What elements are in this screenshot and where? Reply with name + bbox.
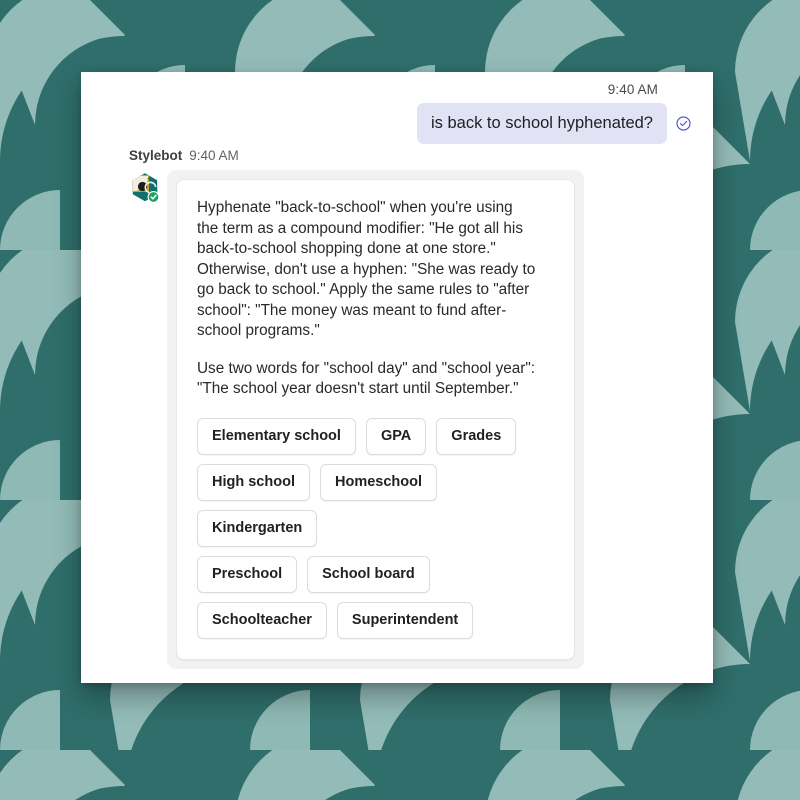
answer-paragraph-1: Hyphenate "back-to-school" when you're u… [197, 199, 536, 339]
answer-paragraph-2: Use two words for "school day" and "scho… [197, 359, 536, 398]
bot-message-block: Stylebot 9:40 AM Hyphenate "back-to-scho… [129, 148, 584, 669]
suggestion-chip[interactable]: Preschool [197, 555, 298, 593]
suggestion-chip[interactable]: Superintendent [336, 601, 474, 639]
suggestion-chip-row: Kindergarten [197, 509, 554, 547]
suggestion-chip[interactable]: Schoolteacher [197, 601, 327, 639]
bot-answer-panel: Hyphenate "back-to-school" when you're u… [167, 170, 584, 669]
stylebot-hexagon-avatar-icon [132, 173, 160, 203]
user-message-bubble[interactable]: is back to school hyphenated? [417, 103, 667, 144]
bot-message-timestamp: 9:40 AM [189, 148, 239, 163]
suggestion-chip-row: Preschool School board [197, 555, 554, 593]
bot-answer-card: Hyphenate "back-to-school" when you're u… [176, 179, 575, 660]
suggestion-chip[interactable]: Kindergarten [197, 509, 318, 547]
suggestion-chip[interactable]: High school [197, 463, 310, 501]
suggestion-chip-row: High school Homeschool [197, 463, 554, 501]
suggestion-chip[interactable]: Grades [436, 417, 517, 455]
suggestion-chip-group: Elementary school GPA Grades High school… [197, 417, 554, 639]
bot-sender-name: Stylebot [129, 148, 183, 163]
suggestion-chip-row: Elementary school GPA Grades [197, 417, 554, 455]
suggestion-chip[interactable]: Homeschool [319, 463, 437, 501]
suggestion-chip-row: Schoolteacher Superintendent [197, 601, 554, 639]
avatar [129, 172, 161, 204]
check-circle-icon [676, 116, 691, 131]
verified-check-badge-icon [147, 191, 160, 203]
suggestion-chip[interactable]: GPA [365, 417, 427, 455]
suggestion-chip[interactable]: School board [307, 555, 430, 593]
chat-window: 9:40 AM is back to school hyphenated? St… [81, 72, 713, 683]
user-message-line: is back to school hyphenated? [417, 103, 692, 144]
suggestion-chip[interactable]: Elementary school [197, 417, 356, 455]
bot-message-header: Stylebot 9:40 AM [129, 148, 584, 163]
bot-message-body: Hyphenate "back-to-school" when you're u… [129, 170, 584, 669]
user-message-timestamp: 9:40 AM [607, 82, 658, 97]
user-message-row: 9:40 AM is back to school hyphenated? [132, 82, 692, 144]
